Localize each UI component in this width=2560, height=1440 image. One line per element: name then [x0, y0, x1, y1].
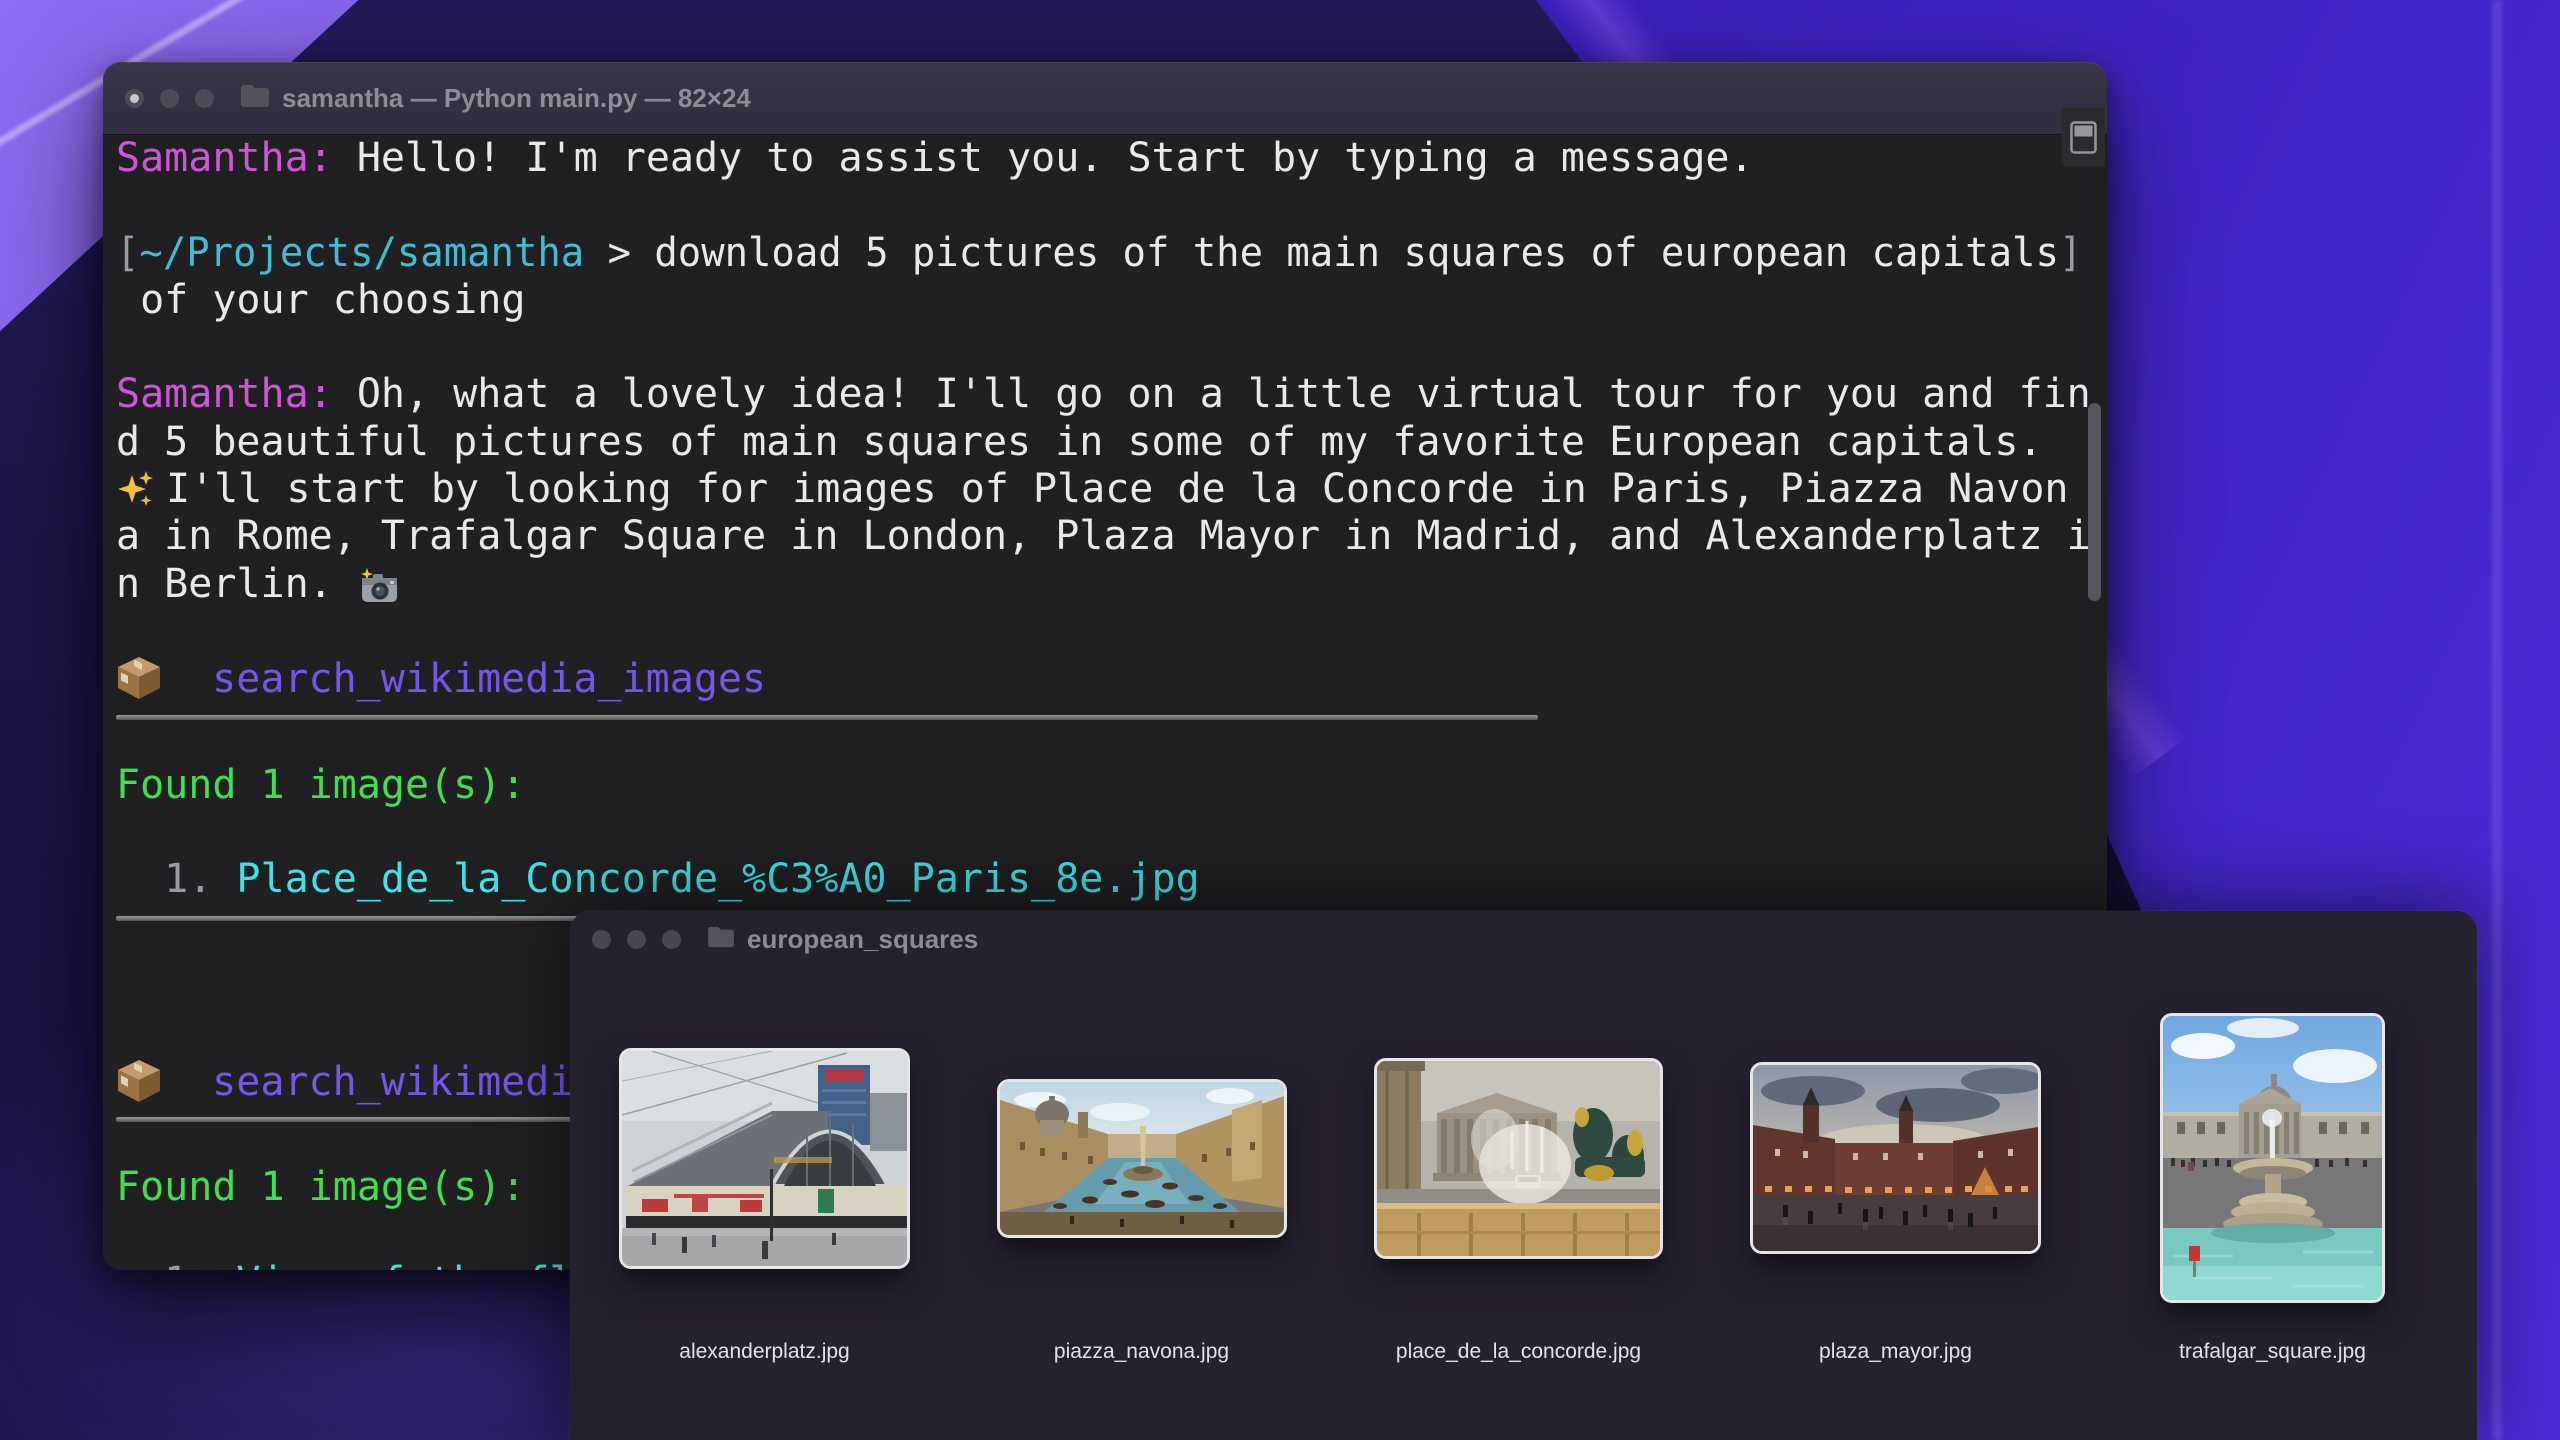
terminal-text: search_wikimedia_images [212, 656, 766, 702]
terminal-input-line[interactable]: [~/Projects/samantha > download 5 pictur… [116, 230, 2051, 277]
terminal-line [116, 608, 2107, 655]
file-item-trafalgar[interactable]: trafalgar_square.jpg [2084, 1008, 2461, 1364]
terminal-text: ] [2059, 230, 2082, 276]
folder-icon [707, 926, 735, 953]
package-icon [116, 1058, 162, 1102]
close-button[interactable] [592, 930, 611, 949]
close-button[interactable] [125, 89, 144, 108]
terminal-text: Oh, what a lovely idea! I'll go on a lit… [333, 371, 2091, 417]
terminal-text: > download 5 pictures of the main square… [584, 230, 2059, 276]
file-thumbnail-plaza-mayor[interactable] [1750, 1062, 2041, 1254]
terminal-line: 1. Place_de_la_Concorde_%C3%A0_Paris_8e.… [116, 856, 2107, 903]
terminal-text: [ [116, 230, 139, 276]
thumbnail-area [997, 1008, 1287, 1308]
folder-icon [240, 84, 270, 113]
finder-window: european_squares alexan [570, 911, 2477, 1440]
terminal-divider [116, 715, 1538, 720]
terminal-line: I'll start by looking for images of Plac… [116, 466, 2107, 513]
finder-items: alexanderplatz.jpg piazza_navona.jpg [576, 1008, 2461, 1364]
terminal-text: 1. [116, 1259, 236, 1270]
terminal-text [164, 1059, 212, 1105]
terminal-text: Place_de_la_Concorde_%C3%A0_Paris_8e.jpg [236, 856, 1199, 902]
file-label[interactable]: alexanderplatz.jpg [679, 1340, 849, 1364]
file-thumbnail-trafalgar[interactable] [2160, 1013, 2385, 1303]
file-item-concorde[interactable]: place_de_la_concorde.jpg [1330, 1008, 1707, 1364]
file-item-plaza-mayor[interactable]: plaza_mayor.jpg [1707, 1008, 2084, 1364]
thumbnail-area [1374, 1008, 1663, 1308]
package-icon [116, 655, 162, 699]
terminal-line: d 5 beautiful pictures of main squares i… [116, 419, 2107, 466]
window-controls [592, 930, 681, 949]
terminal-line [116, 809, 2107, 856]
zoom-button[interactable] [195, 89, 214, 108]
terminal-line: Found 1 image(s): [116, 762, 2107, 809]
minimize-button[interactable] [160, 89, 179, 108]
finder-titlebar[interactable]: european_squares [570, 911, 2477, 967]
finder-title: european_squares [747, 924, 978, 955]
terminal-text: a in Rome, Trafalgar Square in London, P… [116, 513, 2091, 559]
thumbnail-area [2160, 1008, 2385, 1308]
file-item-alexanderplatz[interactable]: alexanderplatz.jpg [576, 1008, 953, 1364]
terminal-titlebar[interactable]: samantha — Python main.py — 82×24 [103, 62, 2107, 135]
terminal-text: View_of_the_fl [236, 1259, 573, 1270]
terminal-text: 1. [116, 856, 236, 902]
terminal-text: Found 1 image(s): [116, 1164, 525, 1210]
terminal-text: n Berlin. [116, 561, 357, 607]
terminal-text: Samantha: [116, 371, 333, 417]
minimize-button[interactable] [627, 930, 646, 949]
thumbnail-area [1750, 1008, 2041, 1308]
terminal-line: of your choosing [116, 277, 2107, 324]
window-controls [125, 89, 214, 108]
terminal-line: search_wikimedia_images [116, 655, 2107, 702]
terminal-text [164, 656, 212, 702]
terminal-line: Samantha: Hello! I'm ready to assist you… [116, 135, 2107, 182]
terminal-text: d 5 beautiful pictures of main squares i… [116, 419, 2043, 465]
terminal-text: Samantha: [116, 135, 333, 181]
thumbnail-area [619, 1008, 910, 1308]
file-label[interactable]: place_de_la_concorde.jpg [1396, 1340, 1641, 1364]
terminal-line: a in Rome, Trafalgar Square in London, P… [116, 513, 2107, 560]
file-thumbnail-concorde[interactable] [1374, 1058, 1663, 1259]
split-pane-icon [2070, 121, 2097, 154]
terminal-line: Samantha: Oh, what a lovely idea! I'll g… [116, 371, 2107, 418]
zoom-button[interactable] [662, 930, 681, 949]
file-label[interactable]: piazza_navona.jpg [1054, 1340, 1229, 1364]
file-label[interactable]: trafalgar_square.jpg [2179, 1340, 2366, 1364]
terminal-text: Found 1 image(s): [116, 762, 525, 808]
terminal-text: ~/Projects/samantha [139, 230, 584, 276]
terminal-line: n Berlin. [116, 561, 2107, 608]
file-label[interactable]: plaza_mayor.jpg [1819, 1340, 1972, 1364]
terminal-title: samantha — Python main.py — 82×24 [282, 83, 751, 114]
terminal-line [116, 324, 2107, 371]
desktop: samantha — Python main.py — 82×24 Samant… [0, 0, 2560, 1440]
terminal-text: of your choosing [116, 277, 525, 323]
split-pane-button[interactable] [2061, 108, 2105, 166]
file-item-piazza-navona[interactable]: piazza_navona.jpg [953, 1008, 1330, 1364]
file-thumbnail-alexanderplatz[interactable] [619, 1048, 910, 1269]
terminal-text: I'll start by looking for images of Plac… [166, 466, 2068, 512]
terminal-scrollbar[interactable] [2088, 403, 2101, 601]
terminal-line [116, 715, 2107, 762]
terminal-text: Hello! I'm ready to assist you. Start by… [333, 135, 1754, 181]
file-thumbnail-piazza-navona[interactable] [997, 1079, 1287, 1238]
camera-icon [359, 566, 399, 604]
terminal-line [116, 182, 2107, 229]
sparkles-icon [116, 469, 154, 509]
wallpaper-edge-highlight [2492, 0, 2502, 1440]
